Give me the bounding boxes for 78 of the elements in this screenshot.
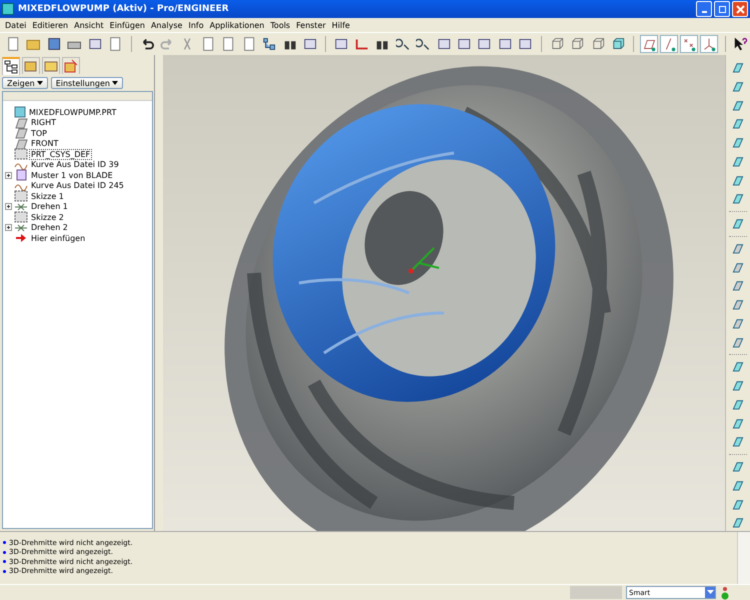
tree-item[interactable]: Skizze 1 bbox=[30, 192, 65, 201]
status-field bbox=[570, 586, 622, 599]
datum-plane-icon bbox=[14, 127, 28, 140]
datum-point-toggle[interactable] bbox=[680, 34, 698, 54]
paste-icon[interactable] bbox=[221, 36, 236, 52]
tree-item[interactable]: MIXEDFLOWPUMP.PRT bbox=[28, 108, 118, 117]
help-pointer-icon[interactable] bbox=[733, 36, 748, 52]
csys-toggle[interactable] bbox=[700, 34, 718, 54]
tree-item[interactable]: TOP bbox=[30, 128, 48, 138]
menu-item[interactable]: Info bbox=[185, 20, 207, 30]
expand-icon[interactable] bbox=[5, 172, 12, 179]
favorites-tab[interactable] bbox=[62, 57, 80, 74]
folder-icon bbox=[44, 59, 58, 73]
tree-icon bbox=[4, 60, 18, 74]
tree-item[interactable]: Drehen 1 bbox=[30, 202, 69, 212]
menu-item[interactable]: Einfügen bbox=[106, 20, 148, 30]
caret-icon bbox=[36, 81, 43, 85]
minimize-button[interactable] bbox=[696, 1, 712, 17]
datum-axis-toggle[interactable] bbox=[660, 34, 678, 54]
paste-icon[interactable] bbox=[242, 36, 256, 52]
caret-icon bbox=[706, 590, 714, 595]
tree-item[interactable]: Skizze 2 bbox=[30, 212, 65, 222]
bullet-icon bbox=[3, 560, 6, 564]
bullet-icon bbox=[3, 541, 6, 544]
sketch-icon bbox=[14, 190, 28, 202]
tree-item[interactable]: Drehen 2 bbox=[30, 223, 69, 232]
datum-plane-toggle[interactable] bbox=[640, 34, 658, 54]
insert-arrow-icon bbox=[14, 232, 28, 244]
tree-icon[interactable] bbox=[262, 36, 277, 52]
tree-item[interactable]: Kurve Aus Datei ID 245 bbox=[30, 181, 125, 190]
model-tree-tab[interactable] bbox=[2, 57, 20, 75]
save-icon[interactable] bbox=[46, 36, 62, 52]
close-icon bbox=[736, 4, 744, 14]
expand-icon[interactable] bbox=[5, 203, 12, 210]
tree-item[interactable]: FRONT bbox=[30, 139, 60, 148]
expand-icon[interactable] bbox=[5, 224, 12, 232]
no-hidden-icon[interactable] bbox=[590, 36, 605, 52]
star-folder-icon bbox=[64, 59, 78, 73]
traffic-light-icon bbox=[720, 586, 730, 600]
tree-item[interactable]: Hier einfügen bbox=[30, 234, 86, 243]
sketch-icon bbox=[14, 211, 28, 224]
menu-item[interactable]: Fenster bbox=[293, 20, 329, 30]
tree-item[interactable]: RIGHT bbox=[30, 118, 58, 128]
close-button[interactable] bbox=[732, 1, 748, 17]
app-icon bbox=[2, 3, 14, 15]
zoom-out-icon[interactable] bbox=[416, 36, 431, 52]
tree-item[interactable]: Kurve Aus Datei ID 39 bbox=[30, 160, 120, 170]
datum-plane-icon bbox=[14, 138, 28, 150]
page-icon[interactable] bbox=[108, 36, 123, 52]
new-file-icon[interactable] bbox=[6, 36, 20, 52]
menu-item[interactable]: Ansicht bbox=[71, 20, 107, 30]
folder-browser-tab[interactable] bbox=[42, 57, 60, 74]
restore-button[interactable] bbox=[714, 1, 730, 17]
settings-dropdown[interactable]: Einstellungen bbox=[50, 77, 123, 89]
menu-item[interactable]: Datei bbox=[2, 20, 30, 30]
part-icon bbox=[14, 106, 26, 118]
tree-item[interactable]: PRT_CSYS_DEF bbox=[30, 150, 92, 159]
scroll-bar[interactable] bbox=[737, 532, 750, 584]
wireframe-icon[interactable] bbox=[550, 36, 564, 52]
zoom-in-icon[interactable] bbox=[396, 36, 410, 52]
window-title: MIXEDFLOWPUMP (Aktiv) - Pro/ENGINEER bbox=[18, 4, 230, 14]
layers-tab[interactable] bbox=[22, 57, 40, 74]
revolve-icon bbox=[14, 200, 28, 213]
menu-item[interactable]: Analyse bbox=[148, 20, 186, 30]
tree-item[interactable]: Muster 1 von BLADE bbox=[30, 170, 114, 180]
hidden-line-icon[interactable] bbox=[570, 36, 585, 52]
bullet-icon bbox=[3, 570, 6, 573]
menu-item[interactable]: Applikationen bbox=[206, 20, 268, 30]
menu-item[interactable]: Hilfe bbox=[328, 20, 353, 30]
shading-icon[interactable] bbox=[610, 36, 626, 52]
menu-item[interactable]: Editieren bbox=[29, 20, 72, 30]
revolve-icon bbox=[14, 222, 28, 234]
datum-plane-icon bbox=[14, 116, 28, 129]
bullet-icon bbox=[3, 550, 6, 554]
copy-icon[interactable] bbox=[200, 36, 216, 52]
caret-icon bbox=[112, 81, 118, 85]
show-dropdown[interactable]: Zeigen bbox=[2, 77, 48, 89]
menu-item[interactable]: Tools bbox=[267, 20, 294, 30]
